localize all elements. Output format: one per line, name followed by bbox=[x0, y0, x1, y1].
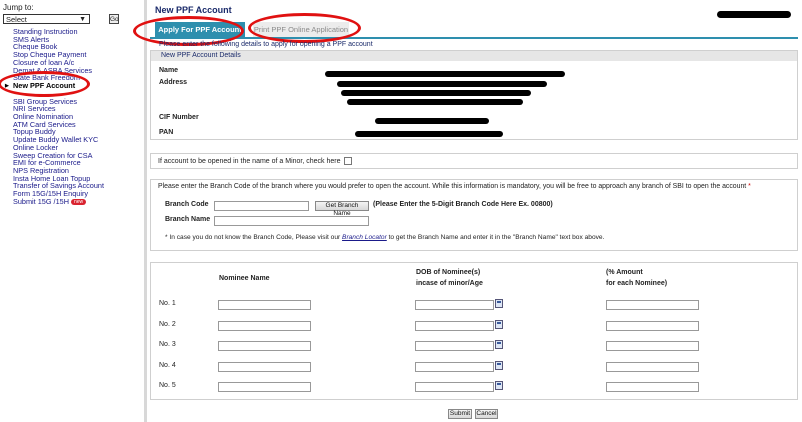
nominee-row-label: No. 5 bbox=[159, 382, 176, 389]
branch-locator-link[interactable]: Branch Locator bbox=[342, 234, 387, 241]
minor-question: If account to be opened in the name of a… bbox=[158, 157, 352, 165]
minor-question-label: If account to be opened in the name of a… bbox=[158, 157, 341, 165]
cif-number-label: CIF Number bbox=[159, 114, 199, 121]
nominee-name-input[interactable] bbox=[218, 362, 311, 372]
calendar-icon[interactable] bbox=[495, 299, 503, 308]
nominee-dob-input[interactable] bbox=[415, 300, 494, 310]
redacted-pan bbox=[355, 131, 503, 137]
calendar-icon[interactable] bbox=[495, 340, 503, 349]
details-intro: Please enter the following details to ap… bbox=[159, 41, 373, 48]
sidebar: Jump to: Select ▼ Go Standing Instructio… bbox=[0, 0, 140, 422]
name-label: Name bbox=[159, 67, 179, 74]
page-title: New PPF Account bbox=[155, 5, 232, 15]
new-badge: new bbox=[70, 198, 87, 205]
redacted-user-info bbox=[717, 11, 791, 18]
nominee-amount-input[interactable] bbox=[606, 300, 699, 310]
nominee-amount-input[interactable] bbox=[606, 382, 699, 392]
branch-intro-text: Please enter the Branch Code of the bran… bbox=[158, 183, 747, 190]
nominee-amount-input[interactable] bbox=[606, 362, 699, 372]
dob-header: DOB of Nominee(s) bbox=[416, 269, 481, 276]
branch-intro: Please enter the Branch Code of the bran… bbox=[158, 183, 751, 190]
jump-to-label: Jump to: bbox=[3, 3, 34, 12]
main-content: New PPF Account Apply For PPF Account Pr… bbox=[133, 0, 802, 422]
branch-code-label: Branch Code bbox=[165, 201, 209, 208]
sidebar-item-label: Submit 15G /15H bbox=[13, 196, 69, 206]
branch-locator-note: * In case you do not know the Branch Cod… bbox=[165, 234, 604, 241]
annotation-oval-print-tab bbox=[248, 13, 361, 43]
submit-button[interactable]: Submit bbox=[448, 409, 472, 419]
redacted-name bbox=[325, 71, 565, 77]
nominee-name-input[interactable] bbox=[218, 341, 311, 351]
cancel-button[interactable]: Cancel bbox=[475, 409, 498, 419]
get-branch-name-button[interactable]: Get Branch Name bbox=[315, 201, 369, 217]
address-label: Address bbox=[159, 79, 188, 86]
pan-label: PAN bbox=[159, 129, 174, 136]
branch-code-hint: (Please Enter the 5-Digit Branch Code He… bbox=[373, 201, 553, 208]
go-button[interactable]: Go bbox=[109, 14, 119, 24]
nominee-row-label: No. 4 bbox=[159, 362, 176, 369]
nominee-row-label: No. 2 bbox=[159, 321, 176, 328]
branch-name-label: Branch Name bbox=[165, 216, 211, 223]
amount-header: (% Amount bbox=[606, 269, 643, 276]
nominee-name-input[interactable] bbox=[218, 300, 311, 310]
tab-underline bbox=[150, 37, 798, 39]
nominee-amount-input[interactable] bbox=[606, 321, 699, 331]
details-section-title: New PPF Account Details bbox=[151, 51, 797, 61]
redacted-address-line bbox=[341, 90, 531, 96]
branch-note-prefix: * In case you do not know the Branch Cod… bbox=[165, 234, 343, 241]
dropdown-arrow-icon: ▼ bbox=[79, 16, 86, 23]
redacted-address-line bbox=[347, 99, 523, 105]
nominee-dob-input[interactable] bbox=[415, 321, 494, 331]
amount-subheader: for each Nominee) bbox=[606, 280, 668, 287]
branch-note-suffix: to get the Branch Name and enter it in t… bbox=[386, 234, 605, 241]
minor-checkbox[interactable] bbox=[343, 157, 352, 165]
redacted-cif-number bbox=[375, 118, 489, 124]
nominee-panel: Nominee Name DOB of Nominee(s) incase of… bbox=[150, 262, 798, 400]
details-panel: New PPF Account Details Name Address CIF… bbox=[150, 50, 798, 140]
jump-to-select[interactable]: Select ▼ bbox=[3, 14, 90, 24]
nominee-dob-input[interactable] bbox=[415, 382, 494, 392]
minor-panel: If account to be opened in the name of a… bbox=[150, 153, 798, 169]
nominee-dob-input[interactable] bbox=[415, 362, 494, 372]
nominee-dob-input[interactable] bbox=[415, 341, 494, 351]
dob-subheader: incase of minor/Age bbox=[416, 280, 483, 287]
redacted-address-line bbox=[337, 81, 547, 87]
required-mark: * bbox=[748, 183, 751, 190]
sidebar-item-submit-15g[interactable]: Submit 15G /15H new bbox=[13, 196, 104, 206]
calendar-icon[interactable] bbox=[495, 361, 503, 370]
nominee-name-input[interactable] bbox=[218, 321, 311, 331]
calendar-icon[interactable] bbox=[495, 381, 503, 390]
calendar-icon[interactable] bbox=[495, 320, 503, 329]
branch-name-input[interactable] bbox=[214, 216, 369, 226]
nominee-name-header: Nominee Name bbox=[219, 275, 270, 282]
nominee-amount-input[interactable] bbox=[606, 341, 699, 351]
branch-code-input[interactable] bbox=[214, 201, 309, 211]
sidebar-menu: Standing Instruction SMS Alerts Cheque B… bbox=[5, 28, 104, 206]
annotation-oval-sidebar bbox=[0, 71, 90, 97]
branch-panel: Please enter the Branch Code of the bran… bbox=[150, 179, 798, 251]
nominee-row-label: No. 1 bbox=[159, 300, 176, 307]
nominee-row-label: No. 3 bbox=[159, 341, 176, 348]
jump-select-value: Select bbox=[6, 15, 27, 24]
nominee-name-input[interactable] bbox=[218, 382, 311, 392]
